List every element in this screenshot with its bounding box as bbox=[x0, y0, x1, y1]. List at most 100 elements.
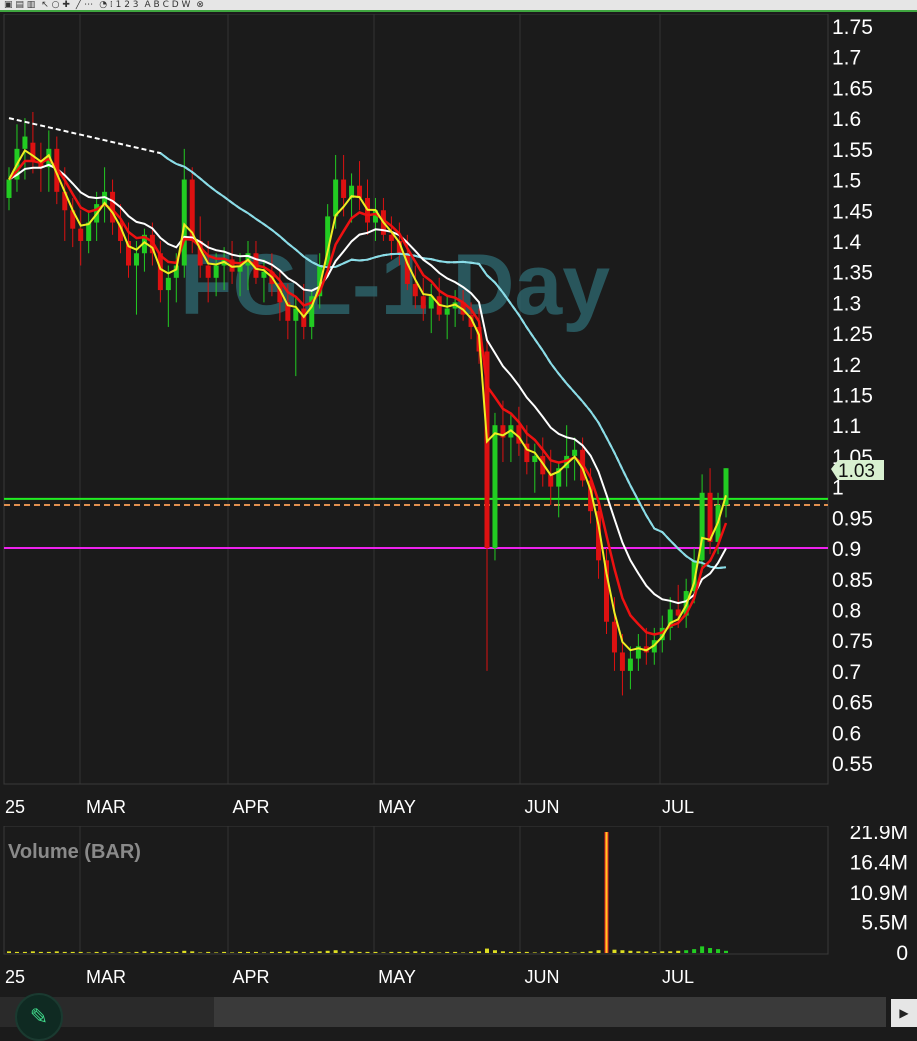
price-plot-area bbox=[3, 14, 829, 785]
candle-body bbox=[572, 449, 578, 456]
volume-bar bbox=[381, 952, 386, 953]
edit-pencil-button[interactable]: ✎ bbox=[15, 993, 63, 1041]
volume-bar bbox=[46, 951, 51, 953]
close-icon[interactable]: ⊗ bbox=[196, 0, 204, 10]
volume-bar bbox=[102, 951, 107, 953]
volume-bar bbox=[309, 951, 314, 953]
candle-body bbox=[213, 265, 219, 278]
volume-bar bbox=[620, 950, 625, 953]
volume-bar bbox=[22, 951, 27, 953]
volume-bar bbox=[54, 951, 59, 953]
volume-time-axis: 25 MAR APR MAY JUN JUL bbox=[5, 967, 694, 987]
volume-bar bbox=[397, 951, 402, 953]
drawing-tools-icon[interactable]: ▣ ▤ ▥ bbox=[4, 0, 35, 10]
volume-bar bbox=[644, 951, 649, 953]
price-tick-label: 1.65 bbox=[832, 77, 873, 100]
volume-bar bbox=[253, 951, 258, 953]
volume-bar bbox=[134, 951, 139, 953]
volume-bar bbox=[110, 952, 115, 953]
volume-bar bbox=[548, 951, 553, 953]
volume-bar bbox=[333, 950, 338, 953]
volume-bar bbox=[636, 951, 641, 953]
time-axis-label: MAY bbox=[378, 797, 416, 814]
volume-time-axis-label: JUL bbox=[662, 967, 694, 987]
candle-body bbox=[78, 228, 84, 241]
volume-bar bbox=[524, 951, 529, 953]
price-tick-label: 1.45 bbox=[832, 200, 873, 223]
volume-bar bbox=[222, 951, 227, 953]
volume-bar bbox=[365, 951, 370, 953]
volume-bar bbox=[174, 951, 179, 953]
candle-body bbox=[532, 455, 538, 463]
candle-body bbox=[412, 283, 418, 297]
volume-bar bbox=[445, 951, 450, 953]
price-tick-label: 1.25 bbox=[832, 323, 873, 346]
volume-bar bbox=[166, 951, 171, 953]
horizontal-scrollbar[interactable]: ▶ bbox=[0, 997, 917, 1041]
volume-bar bbox=[293, 951, 298, 953]
volume-bar bbox=[612, 949, 617, 953]
price-tick-label: 0.55 bbox=[832, 753, 873, 776]
volume-bar bbox=[652, 951, 657, 953]
cursor-icon[interactable]: ↖ ○ ✚ bbox=[41, 0, 70, 10]
volume-time-axis-label: MAR bbox=[86, 967, 126, 987]
volume-bar bbox=[564, 951, 569, 953]
pencil-icon: ✎ bbox=[29, 1004, 49, 1029]
volume-bar bbox=[500, 951, 505, 953]
price-tick-label: 0.95 bbox=[832, 507, 873, 530]
candle-body bbox=[30, 142, 36, 162]
price-tick-label: 0.75 bbox=[832, 630, 873, 653]
volume-bar bbox=[70, 951, 75, 953]
candle-body bbox=[22, 136, 28, 149]
scrollbar-track[interactable] bbox=[214, 997, 886, 1027]
volume-bar bbox=[469, 951, 474, 953]
volume-bar bbox=[540, 951, 545, 953]
volume-bar bbox=[588, 951, 593, 953]
volume-bar bbox=[277, 951, 282, 953]
volume-bar bbox=[532, 952, 537, 953]
volume-bar bbox=[596, 950, 601, 953]
price-tick-label: 1.3 bbox=[832, 292, 861, 315]
volume-tick-label: 0 bbox=[896, 942, 908, 965]
volume-bar bbox=[325, 950, 330, 953]
price-axis: 1.75 1.7 1.65 1.6 1.55 1.5 1.45 1.4 1.35 1.3 1.25 1… bbox=[832, 16, 873, 776]
volume-bar bbox=[516, 951, 521, 953]
volume-bar bbox=[158, 951, 163, 953]
volume-chart[interactable]: Volume (BAR) 21.9M 16.4M 10.9M 5.5M 0 25 MAR A… bbox=[0, 826, 917, 996]
candle-body bbox=[548, 474, 554, 487]
volume-bar bbox=[126, 952, 131, 953]
volume-tick-label: 5.5M bbox=[861, 912, 908, 935]
candle-body bbox=[627, 658, 633, 671]
price-tick-label: 1.15 bbox=[832, 385, 873, 408]
volume-bar bbox=[389, 951, 394, 953]
volume-bar bbox=[708, 948, 713, 953]
volume-bar bbox=[7, 951, 11, 953]
volume-bar bbox=[94, 951, 99, 953]
candle-body bbox=[333, 179, 339, 217]
volume-time-axis-label: JUN bbox=[525, 967, 560, 987]
line-icon[interactable]: ╱ ⋯ bbox=[76, 0, 93, 10]
volume-bar bbox=[461, 952, 466, 953]
volume-bar bbox=[429, 951, 434, 953]
volume-bar bbox=[349, 951, 354, 953]
volume-bar bbox=[118, 951, 123, 953]
volume-bar bbox=[301, 951, 306, 953]
fib-icon[interactable]: ◔ ⁞ 1 2 3 bbox=[99, 0, 138, 10]
price-chart[interactable]: FGL-1 Day 1.751.71.651.61.551.51.451.41.… bbox=[0, 14, 917, 814]
time-axis-label: APR bbox=[232, 797, 269, 814]
last-price-marker: 1.03 bbox=[831, 460, 884, 482]
volume-axis: 21.9M 16.4M 10.9M 5.5M 0 bbox=[850, 826, 908, 965]
volume-bar bbox=[508, 951, 513, 953]
candle-body bbox=[165, 277, 171, 291]
price-tick-label: 1.7 bbox=[832, 47, 861, 70]
volume-bar bbox=[572, 952, 577, 953]
price-tick-label: 1.6 bbox=[832, 108, 861, 131]
volume-bar bbox=[437, 952, 442, 953]
price-tick-label: 1.35 bbox=[832, 262, 873, 285]
volume-bar bbox=[238, 951, 243, 953]
text-icon[interactable]: A B C D W bbox=[145, 0, 191, 10]
volume-time-axis-label: 25 bbox=[5, 967, 25, 987]
scroll-right-icon[interactable]: ▶ bbox=[891, 999, 917, 1027]
volume-bar bbox=[580, 951, 585, 953]
volume-bar bbox=[78, 951, 83, 953]
